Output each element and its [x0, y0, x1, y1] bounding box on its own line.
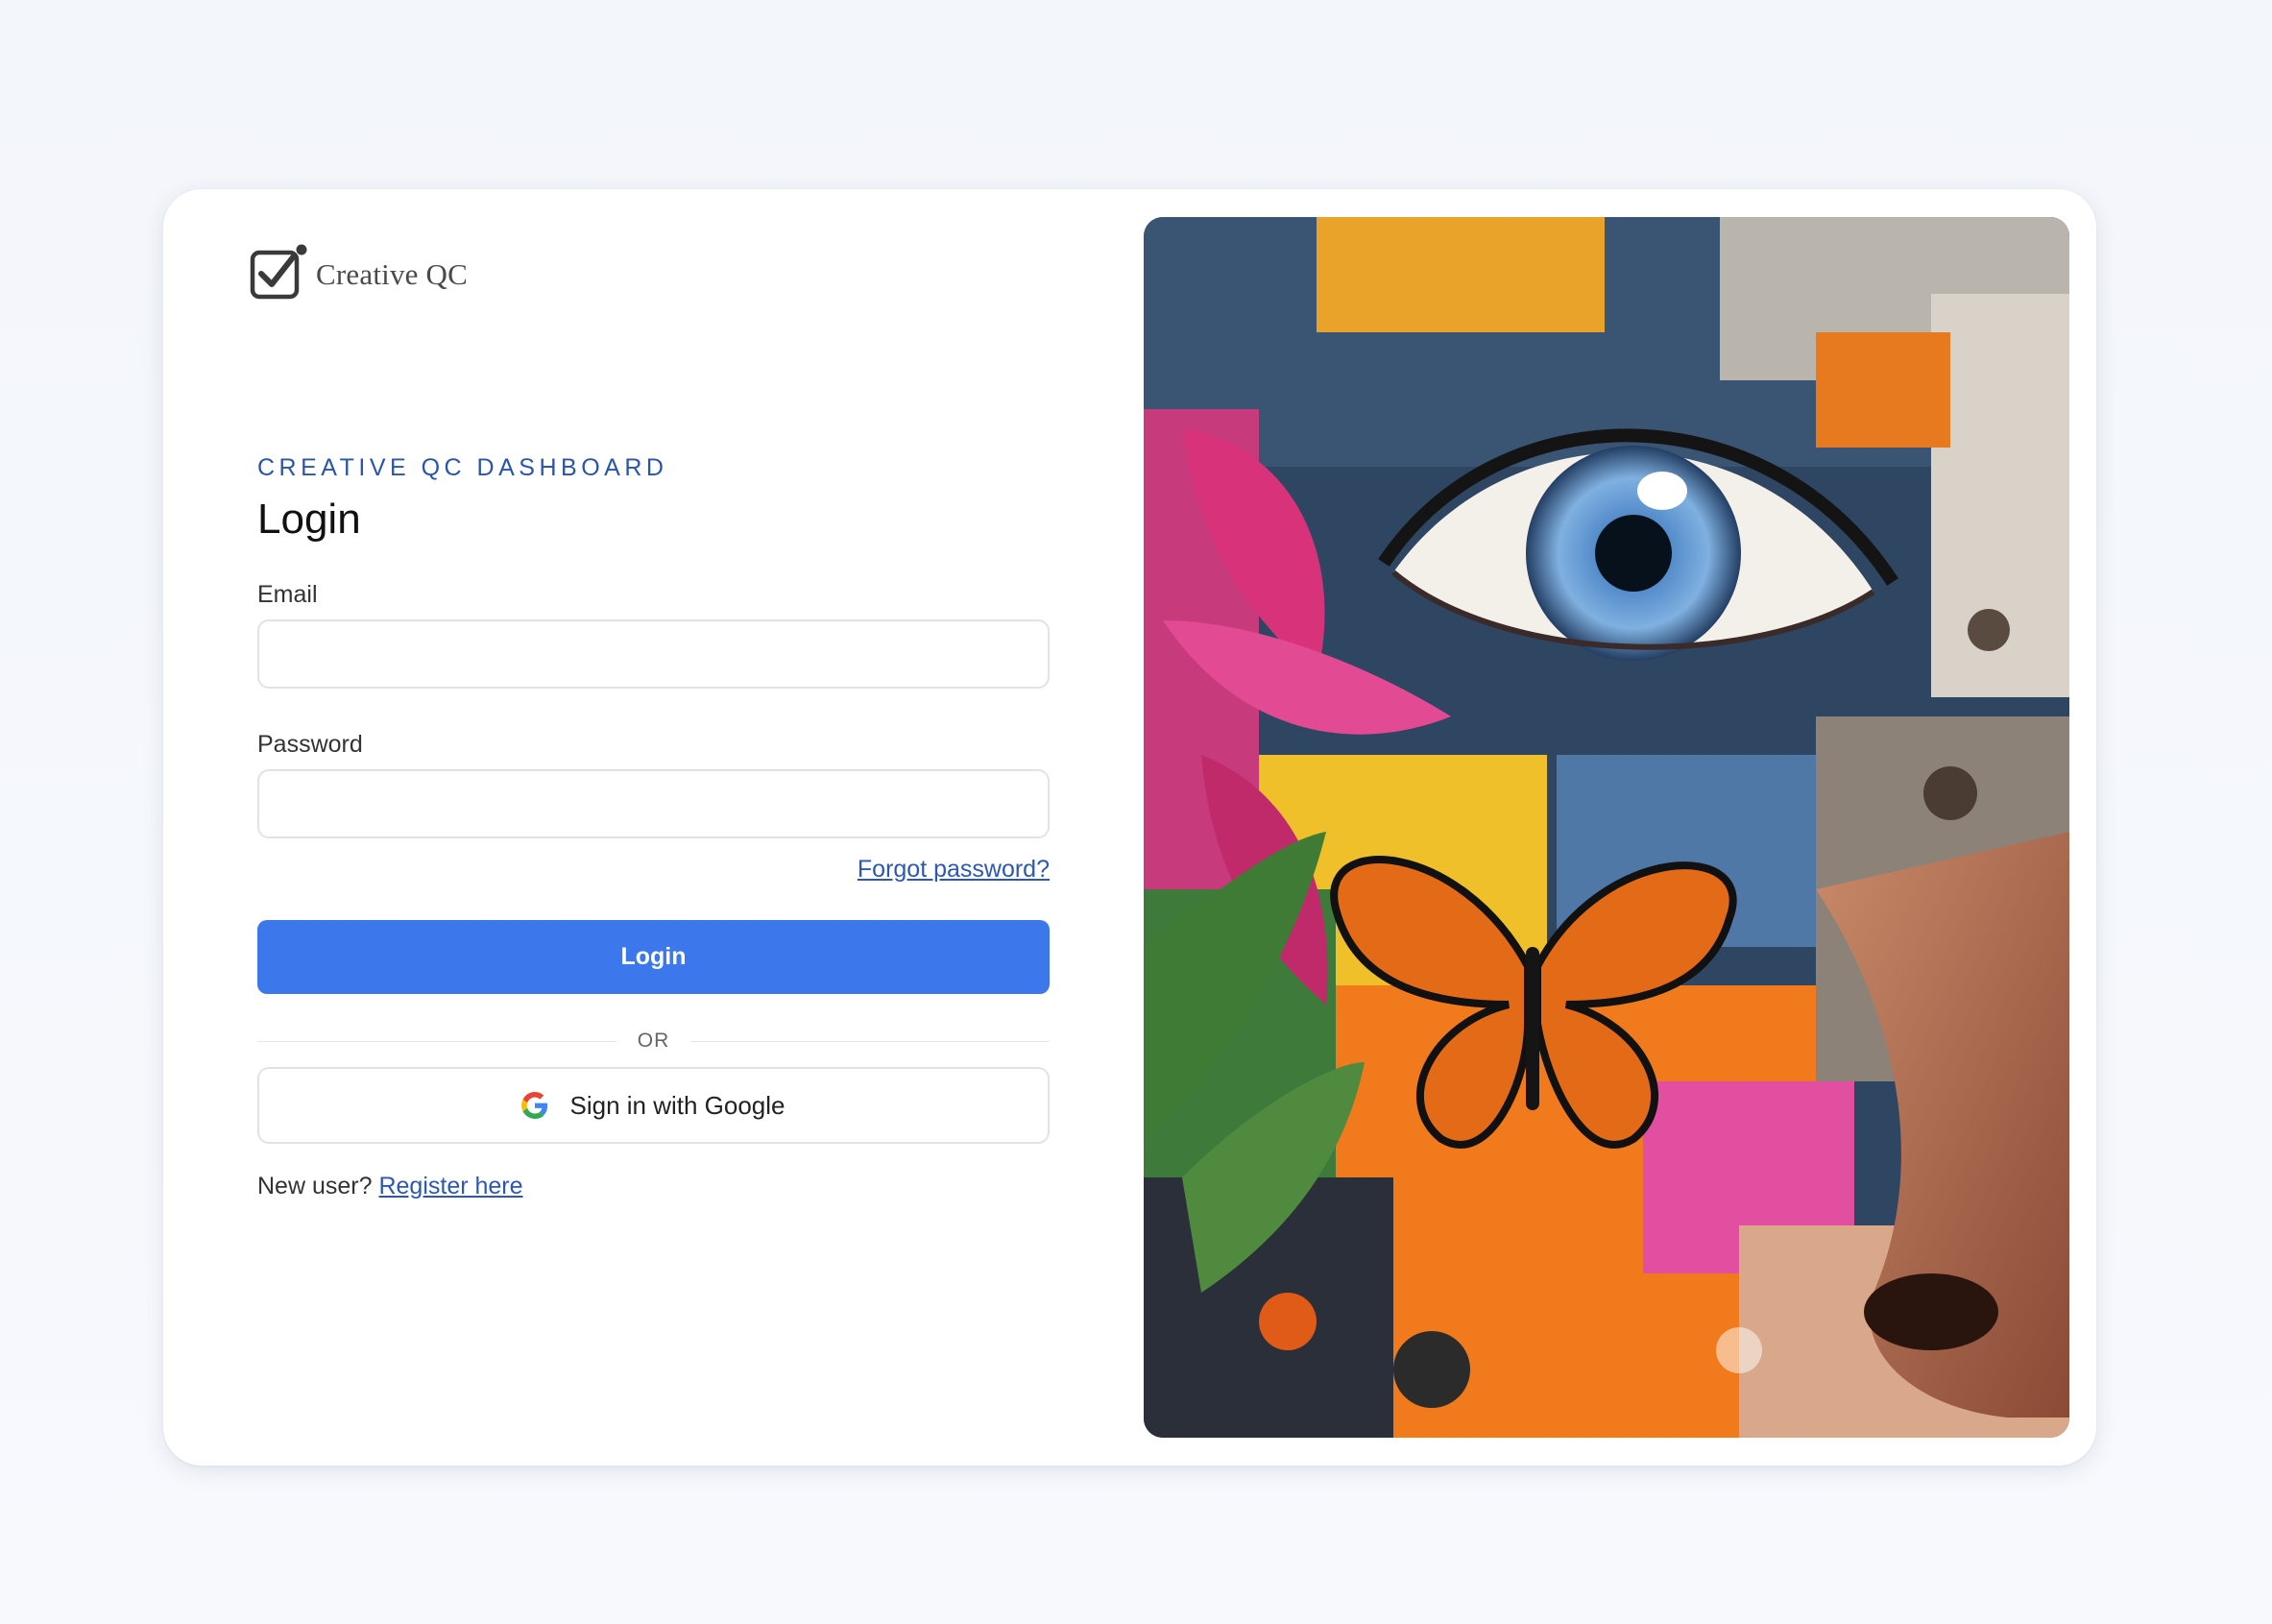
brand-name: Creative QC	[316, 257, 469, 291]
register-link[interactable]: Register here	[378, 1173, 522, 1200]
dashboard-eyebrow: CREATIVE QC DASHBOARD	[257, 454, 668, 481]
divider-text: OR	[637, 1030, 670, 1052]
login-form: CREATIVE QC DASHBOARD Login Email Passwo…	[257, 454, 1050, 1200]
login-card: Creative QC CREATIVE QC DASHBOARD Login …	[163, 189, 2096, 1466]
google-g-icon	[521, 1092, 548, 1119]
register-row: New user? Register here	[257, 1173, 1050, 1200]
password-field[interactable]	[257, 769, 1050, 838]
divider-line-right	[690, 1040, 1050, 1042]
hero-artwork	[1144, 217, 2069, 1438]
google-signin-label: Sign in with Google	[569, 1090, 786, 1120]
brand-logo: Creative QC	[249, 243, 468, 303]
forgot-password-link[interactable]: Forgot password?	[858, 856, 1050, 884]
google-signin-button[interactable]: Sign in with Google	[257, 1067, 1050, 1144]
login-button[interactable]: Login	[257, 920, 1050, 994]
page-title: Login	[257, 496, 361, 543]
checkbox-check-icon	[250, 244, 307, 300]
email-field[interactable]	[257, 619, 1050, 689]
new-user-text: New user?	[257, 1173, 373, 1200]
login-page: Creative QC CREATIVE QC DASHBOARD Login …	[0, 0, 2272, 1624]
forgot-password-row: Forgot password?	[257, 856, 1050, 884]
email-label: Email	[257, 581, 318, 608]
divider-line-left	[257, 1040, 616, 1042]
painted-face-artwork	[1144, 217, 2069, 1438]
or-divider: OR	[257, 1027, 1050, 1055]
password-label: Password	[257, 731, 363, 758]
